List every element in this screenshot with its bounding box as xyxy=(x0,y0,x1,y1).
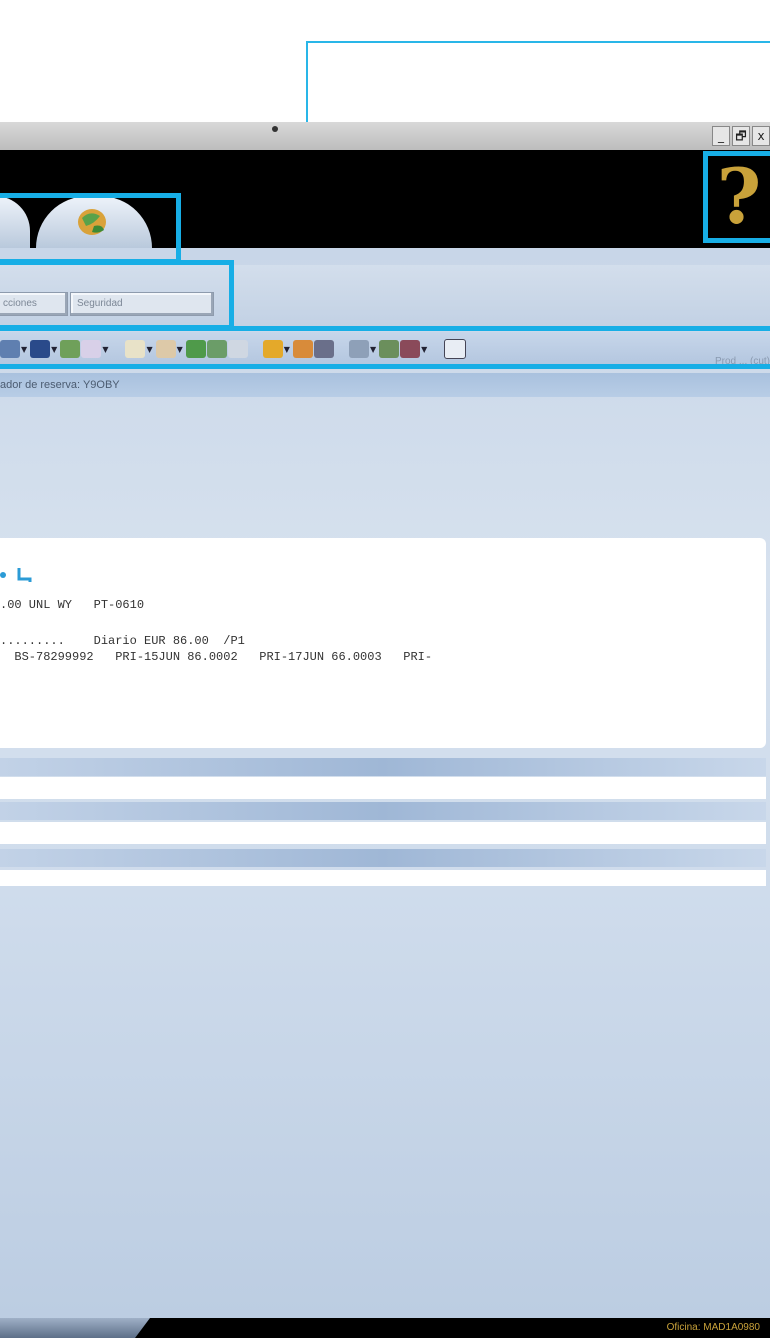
highlight-help xyxy=(703,151,770,243)
seat-icon xyxy=(17,568,32,582)
booking-panel: .00 UNL WY PT-0610 ......... Diario EUR … xyxy=(0,538,766,748)
callout-line xyxy=(306,41,770,43)
pnr-bar: ador de reserva: Y9OBY xyxy=(0,373,770,397)
divider-strip xyxy=(0,758,766,776)
status-tab[interactable] xyxy=(0,1318,150,1338)
empty-row xyxy=(0,870,766,886)
close-button[interactable]: x xyxy=(752,126,770,146)
empty-row xyxy=(0,822,766,844)
divider-strip xyxy=(0,802,766,820)
panel-line-2: ......... Diario EUR 86.00 /P1 xyxy=(0,634,245,648)
title-dot xyxy=(272,126,278,132)
office-label: Oficina: MAD1A0980 xyxy=(666,1322,760,1333)
highlight-menu xyxy=(0,260,234,330)
window-titlebar: _ 🗗 x xyxy=(0,122,770,150)
divider-strip xyxy=(0,849,766,867)
highlight-toolbar xyxy=(0,326,770,369)
bullet-icon xyxy=(0,572,6,578)
highlight-tabs xyxy=(0,193,181,264)
panel-line-3: BS-78299992 PRI-15JUN 86.0002 PRI-17JUN … xyxy=(0,650,433,664)
panel-line-1: .00 UNL WY PT-0610 xyxy=(0,598,145,612)
app-window: _ 🗗 x ? cciones Seguridad ▼ ▼ ▼ ▼ ▼ ▼ ▼ … xyxy=(0,0,770,1338)
empty-row xyxy=(0,777,766,799)
restore-button[interactable]: 🗗 xyxy=(732,126,750,146)
minimize-button[interactable]: _ xyxy=(712,126,730,146)
window-controls: _ 🗗 x xyxy=(712,126,770,146)
status-bar: Oficina: MAD1A0980 xyxy=(0,1318,770,1338)
